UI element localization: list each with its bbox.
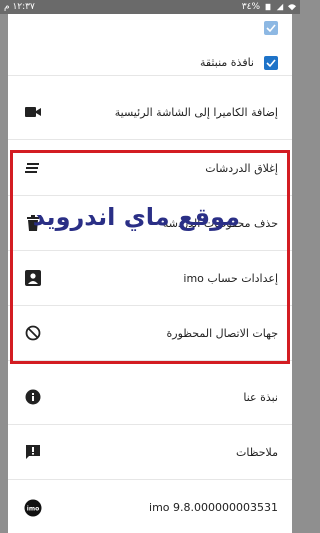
imo-logo-icon: imo xyxy=(24,499,42,517)
menu-label-version: imo 9.8.000000003531 xyxy=(149,501,278,514)
back-arrow-icon[interactable] xyxy=(10,32,30,52)
status-time: ١٢:٣٧ م xyxy=(4,2,35,12)
account-box-icon xyxy=(24,269,42,287)
popup-window-checkbox[interactable] xyxy=(264,55,278,70)
menu-item-version[interactable]: imo imo 9.8.000000003531 xyxy=(8,480,292,533)
video-camera-icon xyxy=(24,103,42,121)
feedback-icon xyxy=(24,443,42,461)
menu-item-about[interactable]: نبذة عنا xyxy=(8,370,292,425)
menu-label-feedback: ملاحظات xyxy=(236,445,278,459)
lines-icon xyxy=(24,159,42,177)
menu-item-account-settings[interactable]: إعدادات حساب imo xyxy=(8,251,292,306)
menu-label-about: نبذة عنا xyxy=(243,390,278,404)
menu-label-add-camera: إضافة الكاميرا إلى الشاشة الرئيسية xyxy=(114,105,278,119)
watermark-text: موقع ماي اندرويد xyxy=(32,203,240,231)
status-icons: ٣٤% xyxy=(242,2,296,12)
settings-panel: نافذة منبثقة إضافة الكاميرا إلى الشاشة ا… xyxy=(8,14,292,533)
popup-window-row[interactable]: نافذة منبثقة xyxy=(8,50,292,76)
svg-text:imo: imo xyxy=(27,505,39,512)
wifi-icon xyxy=(288,4,296,11)
menu-item-close-chats[interactable]: إغلاق الدردشات xyxy=(8,141,292,196)
menu-item-add-camera[interactable]: إضافة الكاميرا إلى الشاشة الرئيسية xyxy=(8,85,292,140)
menu-label-blocked-contacts: جهات الاتصال المحظورة xyxy=(166,326,279,340)
battery-icon xyxy=(265,3,271,11)
partial-top-item xyxy=(8,16,292,40)
status-bar: ١٢:٣٧ م ٣٤% xyxy=(0,0,300,14)
menu-label-account-settings: إعدادات حساب imo xyxy=(183,271,278,285)
popup-window-label: نافذة منبثقة xyxy=(199,56,254,69)
battery-percent: ٣٤% xyxy=(241,2,260,12)
block-icon xyxy=(24,324,42,342)
info-icon xyxy=(24,388,42,406)
checkbox-partial[interactable] xyxy=(264,21,278,35)
menu-label-close-chats: إغلاق الدردشات xyxy=(205,161,278,175)
menu-item-feedback[interactable]: ملاحظات xyxy=(8,425,292,480)
signal-icon xyxy=(276,3,284,11)
menu-item-blocked-contacts[interactable]: جهات الاتصال المحظورة xyxy=(8,306,292,361)
